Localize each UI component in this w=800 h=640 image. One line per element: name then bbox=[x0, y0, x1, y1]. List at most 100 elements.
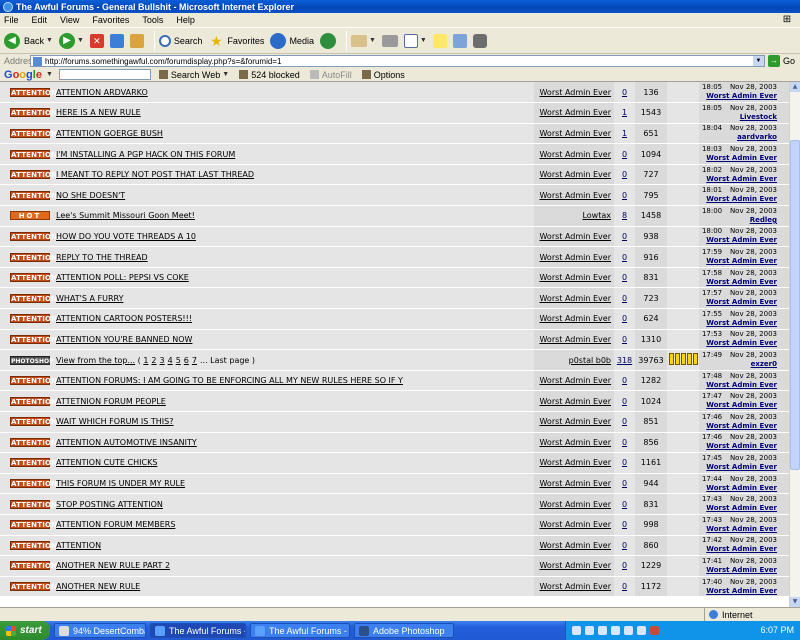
replies-link[interactable]: 0 bbox=[622, 170, 627, 179]
thread-title-link[interactable]: Lee's Summit Missouri Goon Meet! bbox=[56, 211, 195, 220]
last-poster-link[interactable]: Worst Admin Ever bbox=[706, 525, 777, 533]
search-button[interactable]: Search bbox=[158, 34, 202, 47]
replies-link[interactable]: 0 bbox=[622, 253, 627, 262]
author-link[interactable]: Worst Admin Ever bbox=[539, 335, 611, 344]
tray-icon[interactable] bbox=[650, 626, 659, 635]
author-link[interactable]: Worst Admin Ever bbox=[539, 458, 611, 467]
edit-button[interactable]: ▼ bbox=[403, 33, 427, 48]
replies-link[interactable]: 8 bbox=[622, 211, 627, 220]
replies-link[interactable]: 0 bbox=[622, 335, 627, 344]
replies-link[interactable]: 318 bbox=[617, 356, 632, 365]
thread-title-link[interactable]: ATTENTION GOERGE BUSH bbox=[56, 129, 163, 138]
thread-title-link[interactable]: View from the top... bbox=[56, 356, 135, 365]
last-poster-link[interactable]: Worst Admin Ever bbox=[706, 401, 777, 409]
page-link[interactable]: 4 bbox=[168, 356, 173, 365]
replies-link[interactable]: 0 bbox=[622, 458, 627, 467]
thread-title-link[interactable]: REPLY TO THE THREAD bbox=[56, 253, 148, 262]
menu-favorites[interactable]: Favorites bbox=[92, 15, 129, 25]
page-link[interactable]: 5 bbox=[176, 356, 181, 365]
replies-link[interactable]: 0 bbox=[622, 417, 627, 426]
tray-icon[interactable] bbox=[637, 626, 646, 635]
thread-title-link[interactable]: ANOTHER NEW RULE bbox=[56, 582, 140, 591]
page-link[interactable]: 3 bbox=[160, 356, 165, 365]
taskbar-item-awful-forums-active[interactable]: The Awful Forums - ... bbox=[150, 623, 246, 638]
start-button[interactable]: start bbox=[0, 621, 50, 640]
last-poster-link[interactable]: Worst Admin Ever bbox=[706, 154, 777, 162]
replies-link[interactable]: 0 bbox=[622, 520, 627, 529]
back-button[interactable]: ◀ Back ▼ bbox=[4, 32, 53, 49]
page-link[interactable]: 2 bbox=[151, 356, 156, 365]
taskbar-item-awful-forums[interactable]: The Awful Forums - f... bbox=[250, 623, 350, 638]
last-page-link[interactable]: ... Last page ) bbox=[200, 356, 255, 365]
thread-title-link[interactable]: ATTENTION bbox=[56, 541, 101, 550]
google-logo[interactable]: Google bbox=[0, 69, 42, 81]
messenger-button[interactable] bbox=[472, 33, 487, 48]
last-poster-link[interactable]: Redleg bbox=[750, 216, 777, 224]
thread-title-link[interactable]: ATTENTION CUTE CHICKS bbox=[56, 458, 157, 467]
last-poster-link[interactable]: exzer0 bbox=[751, 360, 777, 368]
author-link[interactable]: Worst Admin Ever bbox=[539, 376, 611, 385]
replies-link[interactable]: 1 bbox=[622, 108, 627, 117]
address-dropdown-icon[interactable]: ▼ bbox=[753, 56, 764, 66]
author-link[interactable]: Worst Admin Ever bbox=[539, 88, 611, 97]
replies-link[interactable]: 0 bbox=[622, 479, 627, 488]
menu-view[interactable]: View bbox=[60, 15, 79, 25]
thread-title-link[interactable]: ATTENTION FORUM MEMBERS bbox=[56, 520, 175, 529]
author-link[interactable]: Lowtax bbox=[582, 211, 611, 220]
address-url[interactable]: http://forums.somethingawful.com/forumdi… bbox=[45, 57, 753, 66]
author-link[interactable]: Worst Admin Ever bbox=[539, 541, 611, 550]
replies-link[interactable]: 0 bbox=[622, 500, 627, 509]
replies-link[interactable]: 0 bbox=[622, 273, 627, 282]
author-link[interactable]: Worst Admin Ever bbox=[539, 294, 611, 303]
tray-icon[interactable] bbox=[572, 626, 581, 635]
last-poster-link[interactable]: Worst Admin Ever bbox=[706, 257, 777, 265]
author-link[interactable]: Worst Admin Ever bbox=[539, 417, 611, 426]
replies-link[interactable]: 0 bbox=[622, 397, 627, 406]
last-poster-link[interactable]: Worst Admin Ever bbox=[706, 442, 777, 450]
menu-edit[interactable]: Edit bbox=[32, 15, 48, 25]
page-link[interactable]: 1 bbox=[143, 356, 148, 365]
tray-icon[interactable] bbox=[624, 626, 633, 635]
thread-title-link[interactable]: WAIT WHICH FORUM IS THIS? bbox=[56, 417, 174, 426]
favorites-button[interactable]: ★ Favorites bbox=[208, 33, 264, 49]
last-poster-link[interactable]: Worst Admin Ever bbox=[706, 319, 777, 327]
stop-button[interactable]: ✕ bbox=[89, 33, 104, 48]
thread-title-link[interactable]: ATTENTION CARTOON POSTERS!!! bbox=[56, 314, 192, 323]
google-search-input[interactable] bbox=[58, 69, 151, 80]
scroll-down-icon[interactable]: ▼ bbox=[790, 597, 800, 607]
replies-link[interactable]: 0 bbox=[622, 561, 627, 570]
author-link[interactable]: Worst Admin Ever bbox=[539, 397, 611, 406]
last-poster-link[interactable]: Worst Admin Ever bbox=[706, 587, 777, 595]
replies-link[interactable]: 0 bbox=[622, 376, 627, 385]
taskbar-item-desertcombat[interactable]: 94% DesertCombat... bbox=[54, 623, 146, 638]
author-link[interactable]: Worst Admin Ever bbox=[539, 520, 611, 529]
last-poster-link[interactable]: Worst Admin Ever bbox=[706, 278, 777, 286]
replies-link[interactable]: 0 bbox=[622, 314, 627, 323]
print-button[interactable] bbox=[381, 34, 398, 47]
author-link[interactable]: Worst Admin Ever bbox=[539, 479, 611, 488]
search-web-button[interactable]: Search Web ▼ bbox=[158, 70, 229, 80]
forward-button[interactable]: ▶ ▼ bbox=[58, 32, 84, 49]
scroll-thumb[interactable] bbox=[790, 140, 800, 470]
menu-help[interactable]: Help bbox=[176, 15, 195, 25]
home-button[interactable] bbox=[129, 33, 144, 48]
author-link[interactable]: p0stal b0b bbox=[569, 356, 611, 365]
address-input[interactable]: http://forums.somethingawful.com/forumdi… bbox=[30, 55, 765, 67]
menu-tools[interactable]: Tools bbox=[142, 15, 163, 25]
author-link[interactable]: Worst Admin Ever bbox=[539, 561, 611, 570]
vertical-scrollbar[interactable]: ▲ ▼ bbox=[789, 82, 800, 607]
discuss-button[interactable] bbox=[432, 33, 447, 48]
edit-dropdown-icon[interactable]: ▼ bbox=[420, 37, 427, 44]
research-button[interactable] bbox=[452, 33, 467, 48]
replies-link[interactable]: 0 bbox=[622, 191, 627, 200]
thread-title-link[interactable]: ATTENTION YOU'RE BANNED NOW bbox=[56, 335, 192, 344]
thread-title-link[interactable]: HERE IS A NEW RULE bbox=[56, 108, 141, 117]
author-link[interactable]: Worst Admin Ever bbox=[539, 108, 611, 117]
menu-file[interactable]: File bbox=[4, 15, 19, 25]
last-poster-link[interactable]: Livestock bbox=[740, 113, 777, 121]
thread-title-link[interactable]: NO SHE DOESN'T bbox=[56, 191, 125, 200]
mail-button[interactable]: ▼ bbox=[350, 34, 376, 47]
thread-title-link[interactable]: ATTENTION FORUMS: I AM GOING TO BE ENFOR… bbox=[56, 376, 403, 385]
last-poster-link[interactable]: Worst Admin Ever bbox=[706, 463, 777, 471]
thread-title-link[interactable]: I MEANT TO REPLY NOT POST THAT LAST THRE… bbox=[56, 170, 254, 179]
